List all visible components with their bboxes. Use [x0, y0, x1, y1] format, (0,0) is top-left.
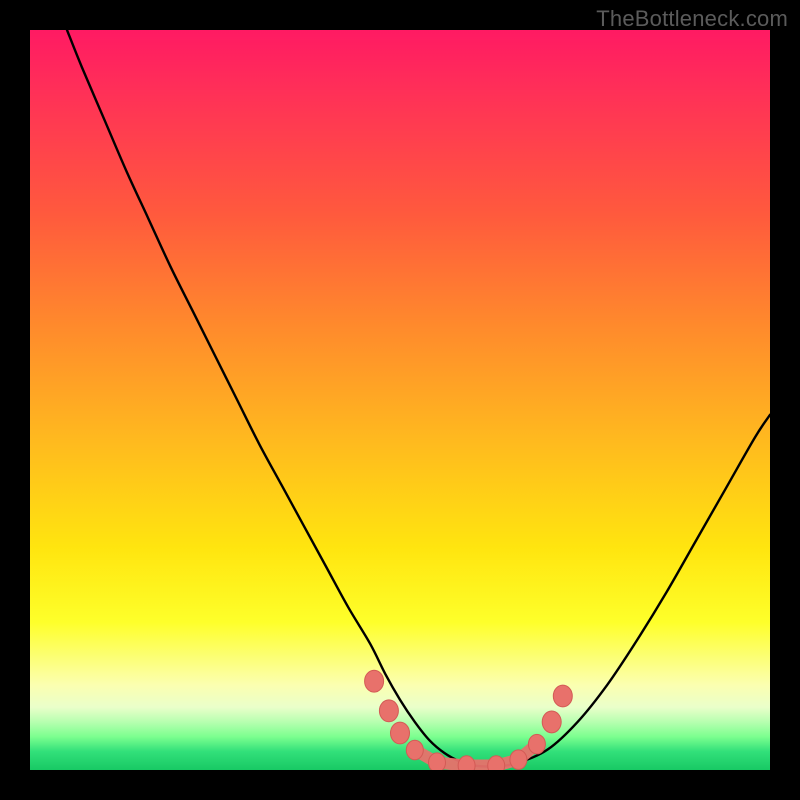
bead-marker [553, 685, 572, 707]
bead-marker [528, 734, 545, 754]
bead-marker [379, 700, 398, 722]
bead-marker [406, 740, 423, 760]
flat-zone-beads [365, 670, 573, 770]
bead-marker [429, 753, 446, 770]
bottleneck-curve [67, 30, 770, 767]
curve-layer [30, 30, 770, 770]
outer-frame: TheBottleneck.com [0, 0, 800, 800]
bead-marker [510, 750, 527, 770]
bead-marker [458, 756, 475, 770]
plot-area [30, 30, 770, 770]
watermark-text: TheBottleneck.com [596, 6, 788, 32]
bead-marker [365, 670, 384, 692]
bead-marker [391, 722, 410, 744]
bead-marker [488, 756, 505, 770]
bead-marker [542, 711, 561, 733]
